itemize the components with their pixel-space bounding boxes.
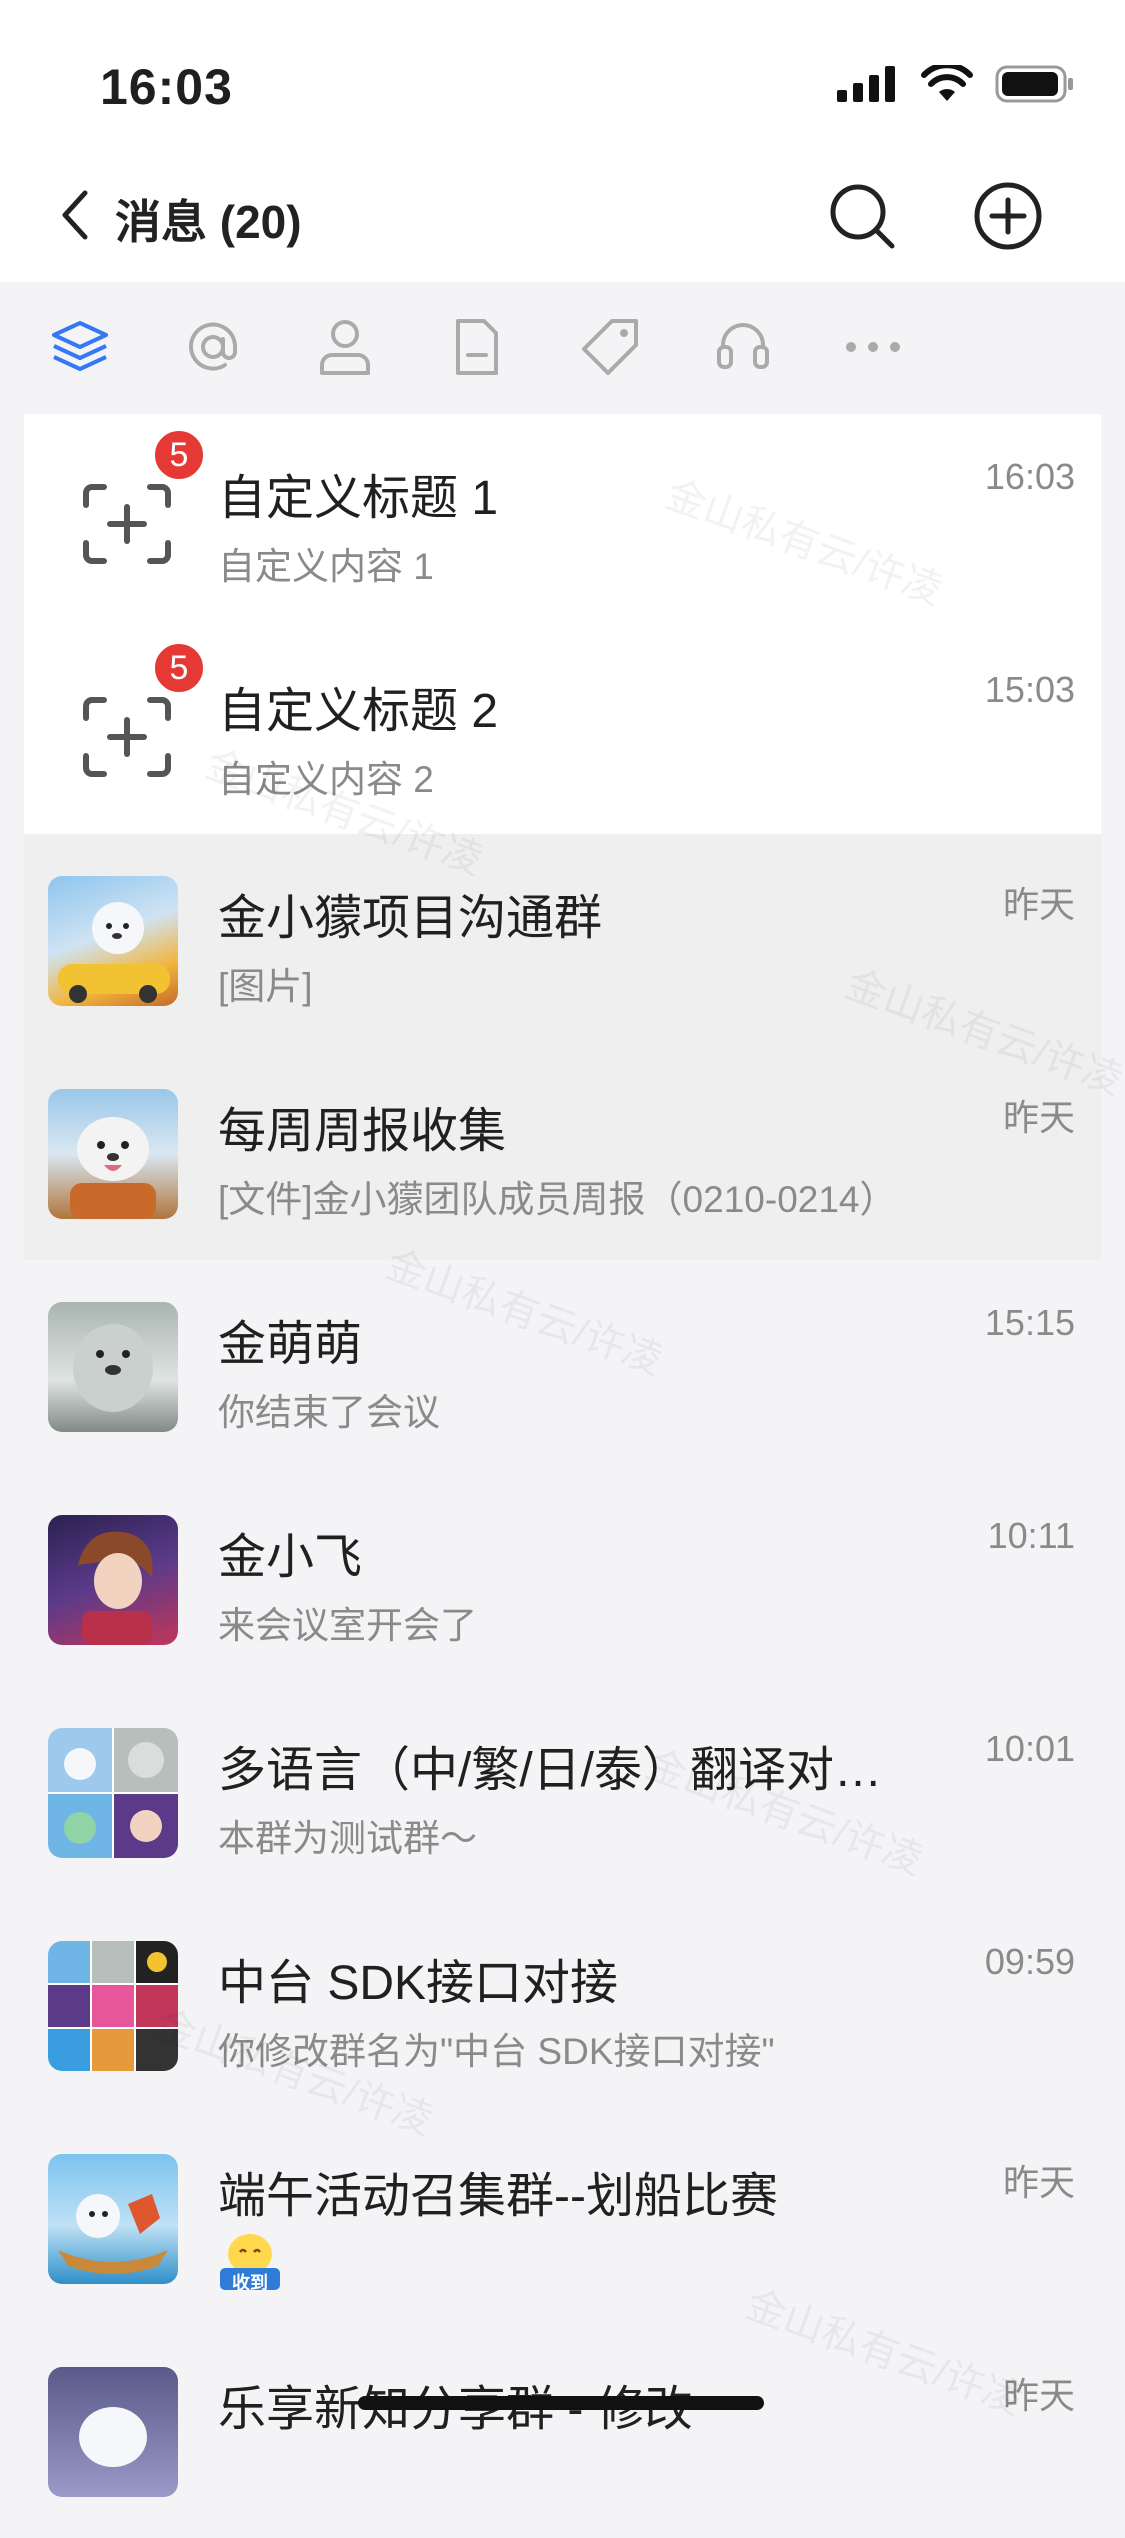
conversation-title: 中台 SDK接口对接 (218, 1957, 619, 2010)
group-avatar (48, 1728, 178, 1858)
search-button[interactable] (822, 176, 902, 256)
conversation-title: 每周周报收集 (218, 1105, 507, 1158)
conversation-row[interactable]: 端午活动召集群--划船比赛 收到 昨天 (24, 2112, 1101, 2325)
layers-icon (52, 321, 108, 371)
user-avatar (48, 1515, 178, 1645)
tag-icon (582, 319, 638, 375)
back-button[interactable] (40, 180, 110, 250)
group-avatar (48, 1941, 178, 2071)
conversation-subtitle: 自定义内容 1 (218, 546, 434, 587)
document-icon (456, 319, 498, 375)
wifi-icon (921, 65, 973, 101)
at-icon (189, 322, 238, 371)
conversation-time: 15:15 (984, 1302, 1075, 1343)
conversation-row[interactable]: 5 自定义标题 1 自定义内容 1 16:03 (24, 414, 1101, 627)
filter-tabs (0, 282, 1125, 412)
conversation-row[interactable]: 乐享新知分享群 - 修改 昨天 (24, 2325, 1101, 2538)
conversation-row[interactable]: 金小獴项目沟通群 [图片] 昨天 (24, 834, 1101, 1047)
conversation-title: 自定义标题 2 (218, 685, 499, 738)
conversation-title: 自定义标题 1 (218, 472, 499, 525)
conversation-subtitle: [文件]金小獴团队成员周报（0210-0214） (218, 1179, 897, 1220)
filter-tab-contacts[interactable] (310, 312, 380, 382)
filter-tab-mentions[interactable] (178, 312, 248, 382)
filter-tab-service[interactable] (708, 312, 778, 382)
conversation-title: 金小獴项目沟通群 (218, 892, 603, 945)
conversation-row[interactable]: 金萌萌 你结束了会议 15:15 (24, 1260, 1101, 1473)
plus-circle-icon (974, 182, 1042, 250)
conversation-time: 昨天 (1002, 2375, 1075, 2416)
conversation-subtitle: 你修改群名为"中台 SDK接口对接" (218, 2031, 775, 2072)
conversation-time: 10:11 (987, 1515, 1075, 1556)
battery-icon (995, 65, 1073, 103)
filter-tab-documents[interactable] (442, 312, 512, 382)
conversation-time: 昨天 (1002, 2162, 1075, 2203)
conversation-subtitle: 本群为测试群～ (218, 1818, 477, 1859)
conversation-time: 16:03 (984, 456, 1075, 497)
chevron-left-icon (62, 190, 88, 240)
conversation-row[interactable]: 中台 SDK接口对接 你修改群名为"中台 SDK接口对接" 09:59 (24, 1899, 1101, 2112)
conversation-title: 金小飞 (218, 1531, 363, 1584)
conversation-title: 金萌萌 (218, 1318, 363, 1371)
conversation-subtitle: 你结束了会议 (218, 1392, 440, 1433)
conversation-subtitle: 来会议室开会了 (218, 1605, 477, 1646)
conversation-time: 昨天 (1002, 1097, 1075, 1138)
add-button[interactable] (968, 176, 1048, 256)
search-icon (830, 184, 895, 249)
home-indicator (358, 2396, 764, 2410)
group-avatar (48, 876, 178, 1006)
page-title: 消息 (20) (115, 196, 302, 248)
nav-bar: 消息 (20) (0, 150, 1125, 282)
conversation-row[interactable]: 金小飞 来会议室开会了 10:11 (24, 1473, 1101, 1686)
conversation-row[interactable]: 5 自定义标题 2 自定义内容 2 15:03 (24, 627, 1101, 840)
conversation-subtitle: 自定义内容 2 (218, 759, 434, 800)
conversation-title: 多语言（中/繁/日/泰）翻译对… (218, 1744, 883, 1797)
filter-tab-tags[interactable] (575, 312, 645, 382)
conversation-title: 端午活动召集群--划船比赛 (218, 2170, 778, 2223)
status-bar: 16:03 (0, 0, 1125, 150)
custom-scan-icon (83, 697, 171, 777)
filter-tab-all[interactable] (45, 312, 115, 382)
custom-scan-icon (83, 484, 171, 564)
unread-badge: 5 (152, 641, 206, 695)
status-time: 16:03 (100, 59, 233, 115)
more-icon (846, 342, 900, 352)
conversation-time: 09:59 (984, 1941, 1075, 1982)
conversation-row[interactable]: 多语言（中/繁/日/泰）翻译对… 本群为测试群～ 10:01 (24, 1686, 1101, 1899)
group-avatar (48, 1089, 178, 1219)
conversation-time: 10:01 (984, 1728, 1075, 1769)
filter-tab-more[interactable] (838, 312, 908, 382)
headset-icon (717, 323, 769, 369)
status-icons (837, 64, 1075, 104)
sticker-received: 收到 (218, 2230, 282, 2293)
sticker-text: 收到 (232, 2273, 268, 2293)
conversation-subtitle: [图片] (218, 966, 313, 1007)
conversation-time: 15:03 (984, 669, 1075, 710)
unread-badge: 5 (152, 428, 206, 482)
group-avatar (48, 2367, 178, 2497)
conversation-row[interactable]: 每周周报收集 [文件]金小獴团队成员周报（0210-0214） 昨天 (24, 1047, 1101, 1260)
person-icon (320, 320, 370, 375)
user-avatar (48, 1302, 178, 1432)
group-avatar (48, 2154, 178, 2284)
conversation-time: 昨天 (1002, 884, 1075, 925)
cellular-signal-icon (837, 66, 895, 102)
